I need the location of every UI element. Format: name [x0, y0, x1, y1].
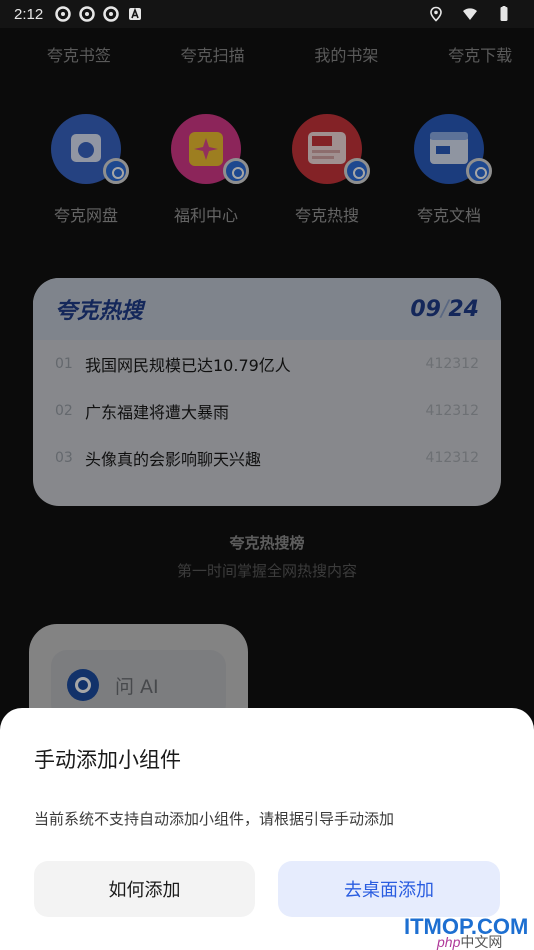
- hot-item-title: 头像真的会影响聊天兴趣: [85, 449, 262, 469]
- date-month: 09: [410, 296, 441, 322]
- shortcut-bookmarks[interactable]: 夸克书签: [25, 42, 133, 66]
- add-badge-icon: [466, 158, 492, 184]
- widget-label: 夸克热搜: [294, 206, 359, 225]
- widget-rewards-center[interactable]: 福利中心: [151, 114, 261, 226]
- watermark-cn: 中文网: [460, 934, 503, 950]
- wifi-icon: [463, 8, 477, 20]
- hot-item-rank: 02: [55, 402, 73, 419]
- add-to-desktop-button[interactable]: 去桌面添加: [278, 861, 500, 917]
- quark-notification-icon: [55, 6, 71, 22]
- hot-card-brand: 夸克热搜: [55, 299, 144, 324]
- battery-icon: [500, 6, 508, 21]
- watermark-php: php: [437, 934, 461, 950]
- text-a-icon: [129, 7, 142, 20]
- date-day: 24: [448, 296, 479, 322]
- hot-item-rank: 01: [55, 355, 73, 372]
- widget-label: 夸克文档: [416, 206, 481, 225]
- add-badge-icon: [344, 158, 370, 184]
- ask-ai-label: 问 AI: [115, 675, 159, 698]
- quark-notification-icon: [79, 6, 95, 22]
- watermark-sub: php中文网: [437, 932, 502, 950]
- quark-notification-icon: [103, 6, 119, 22]
- status-time: 2:12: [14, 5, 44, 23]
- cloud-drive-icon: [51, 114, 129, 184]
- widget-cloud-drive[interactable]: 夸克网盘: [31, 114, 141, 226]
- hot-item-title: 我国网民规模已达10.79亿人: [85, 355, 291, 375]
- hot-widget-subtitle: 第一时间掌握全网热搜内容: [176, 562, 357, 580]
- how-to-add-button[interactable]: 如何添加: [34, 861, 255, 917]
- hot-item-score: 412312: [425, 449, 479, 466]
- sheet-description: 当前系统不支持自动添加小组件，请根据引导手动添加: [34, 810, 395, 828]
- hot-search-widget-card[interactable]: 夸克热搜 09/24 01 我国网民规模已达10.79亿人 412312 02 …: [33, 278, 501, 506]
- quark-logo-icon: [67, 669, 99, 701]
- hot-list-item: 01 我国网民规模已达10.79亿人 412312: [33, 340, 501, 387]
- hot-list-item: 02 广东福建将遭大暴雨 412312: [33, 387, 501, 434]
- shortcut-downloads[interactable]: 夸克下载: [426, 42, 534, 66]
- document-icon: [414, 114, 492, 184]
- hot-widget-title: 夸克热搜榜: [229, 534, 305, 552]
- add-badge-icon: [103, 158, 129, 184]
- gift-star-icon: [171, 114, 249, 184]
- shortcut-scan[interactable]: 夸克扫描: [159, 42, 267, 66]
- top-shortcut-row: 夸克书签 夸克扫描 我的书架 夸克下载: [0, 42, 534, 66]
- widget-documents[interactable]: 夸克文档: [394, 114, 504, 226]
- hot-card-header: 夸克热搜 09/24: [33, 278, 501, 340]
- hot-item-rank: 03: [55, 449, 73, 466]
- sheet-title: 手动添加小组件: [34, 748, 181, 772]
- hot-search-icon: [292, 114, 370, 184]
- status-bar: 2:12: [0, 0, 534, 28]
- widget-label: 福利中心: [173, 206, 238, 225]
- add-badge-icon: [223, 158, 249, 184]
- hot-item-score: 412312: [425, 355, 479, 372]
- hot-list-item: 03 头像真的会影响聊天兴趣 412312: [33, 434, 501, 481]
- hot-item-score: 412312: [425, 402, 479, 419]
- hot-card-date: 09/24: [410, 297, 479, 322]
- widget-hot-search[interactable]: 夸克热搜: [272, 114, 382, 226]
- location-icon: [430, 6, 442, 22]
- widget-label: 夸克网盘: [53, 206, 118, 225]
- hot-item-title: 广东福建将遭大暴雨: [85, 402, 230, 422]
- shortcut-bookshelf[interactable]: 我的书架: [293, 42, 401, 66]
